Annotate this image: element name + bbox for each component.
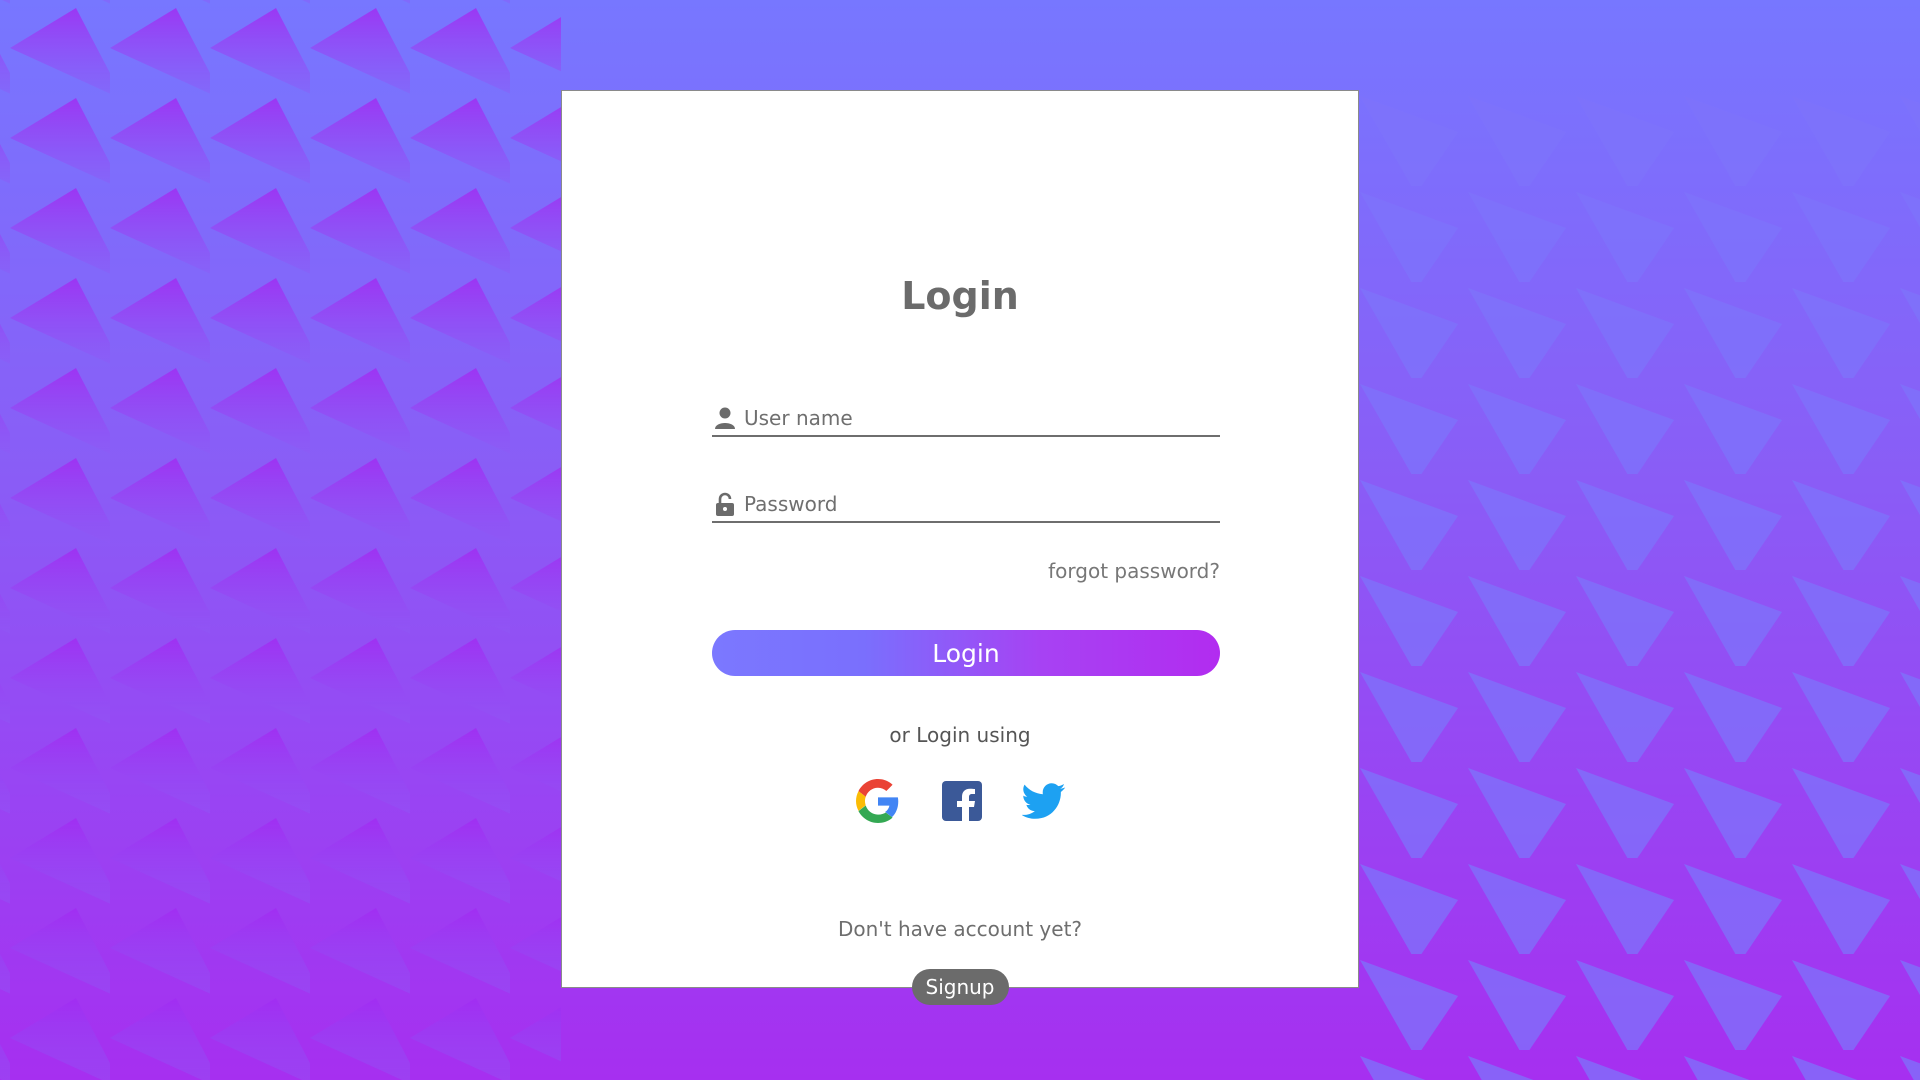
user-icon — [715, 407, 735, 429]
signup-button[interactable]: Signup — [911, 969, 1009, 1005]
social-login-label: or Login using — [889, 723, 1031, 747]
facebook-icon[interactable] — [940, 779, 984, 823]
password-input[interactable] — [744, 487, 1214, 521]
twitter-icon[interactable] — [1022, 779, 1066, 823]
no-account-text: Don't have account yet? — [837, 917, 1083, 941]
forgot-password-link[interactable]: forgot password? — [1048, 559, 1220, 583]
page-title: Login — [901, 274, 1019, 318]
username-field — [712, 401, 1220, 437]
signup-container: Signup — [562, 969, 1358, 1005]
username-input[interactable] — [744, 401, 1214, 435]
password-field — [712, 487, 1220, 523]
lock-icon — [716, 492, 734, 516]
login-button[interactable]: Login — [712, 630, 1220, 676]
google-icon[interactable] — [856, 779, 900, 823]
login-card: Login forgot password? Login or Login us… — [561, 90, 1359, 1005]
